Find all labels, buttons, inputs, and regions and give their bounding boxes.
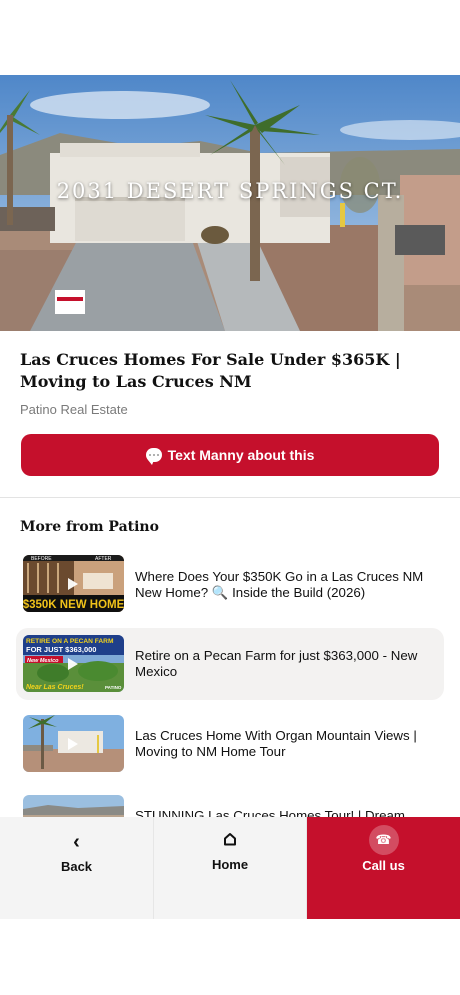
video-thumbnail[interactable] (23, 795, 124, 817)
video-title: Las Cruces Homes For Sale Under $365K | … (20, 350, 401, 391)
video-thumbnail[interactable]: RETIRE ON A PECAN FARM FOR JUST $363,000… (23, 635, 124, 692)
thumb-before: BEFORE (31, 556, 52, 562)
list-item-title: Retire on a Pecan Farm for just $363,000… (135, 648, 418, 679)
video-thumbnail[interactable]: 2031 DESERT SPRINGS CT. (0, 75, 460, 331)
hero-caption: 2031 DESERT SPRINGS CT. (56, 179, 404, 203)
text-manny-button[interactable]: Text Manny about this (21, 434, 439, 476)
chevron-left-icon: ‹ (73, 831, 80, 853)
home-button[interactable]: Home (153, 817, 306, 919)
list-item[interactable]: Las Cruces Home With Organ Mountain View… (16, 708, 444, 780)
call-us-button[interactable]: ☎ Call us (306, 817, 460, 919)
play-icon (68, 738, 78, 750)
thumb-brand: PATINO (105, 685, 122, 690)
phone-icon: ☎ (368, 825, 399, 855)
video-thumbnail[interactable] (23, 715, 124, 772)
bottom-nav: ‹ Back Home ☎ Call us (0, 817, 460, 919)
text-manny-label: Text Manny about this (167, 447, 315, 463)
home-icon (223, 832, 237, 851)
thumb-tag: New Mexico (27, 658, 59, 664)
thumb-after: AFTER (95, 556, 112, 562)
play-icon (68, 578, 78, 590)
thumb-line1: RETIRE ON A PECAN FARM (26, 638, 114, 645)
channel-name: Patino Real Estate (20, 402, 128, 417)
back-button[interactable]: ‹ Back (0, 817, 153, 919)
list-item[interactable]: RETIRE ON A PECAN FARM FOR JUST $363,000… (16, 628, 444, 700)
related-videos-list[interactable]: $350K NEW HOME BEFORE AFTER Where Does Y… (0, 545, 460, 817)
thumb-line2: FOR JUST $363,000 (26, 645, 96, 654)
list-item-title: Where Does Your $350K Go in a Las Cruces… (135, 569, 424, 600)
section-title: More from Patino (20, 519, 159, 535)
list-item[interactable]: STUNNING Las Cruces Homes Tour! | Dream (16, 788, 444, 817)
list-item[interactable]: $350K NEW HOME BEFORE AFTER Where Does Y… (16, 548, 444, 620)
homes-tour-thumbnail (23, 795, 124, 817)
home-label: Home (211, 857, 249, 872)
list-item-title: STUNNING Las Cruces Homes Tour! | Dream (135, 808, 405, 817)
thumb-bottom: Near Las Cruces! (26, 684, 84, 691)
thumb-banner: $350K NEW HOME (23, 599, 124, 611)
list-item-title: Las Cruces Home With Organ Mountain View… (135, 728, 417, 759)
chat-bubble-icon (145, 448, 162, 465)
play-icon (68, 658, 78, 670)
call-us-label: Call us (362, 858, 405, 873)
house-photo (0, 75, 460, 331)
back-label: Back (60, 859, 93, 874)
video-thumbnail[interactable]: $350K NEW HOME BEFORE AFTER (23, 555, 124, 612)
divider (0, 497, 460, 498)
